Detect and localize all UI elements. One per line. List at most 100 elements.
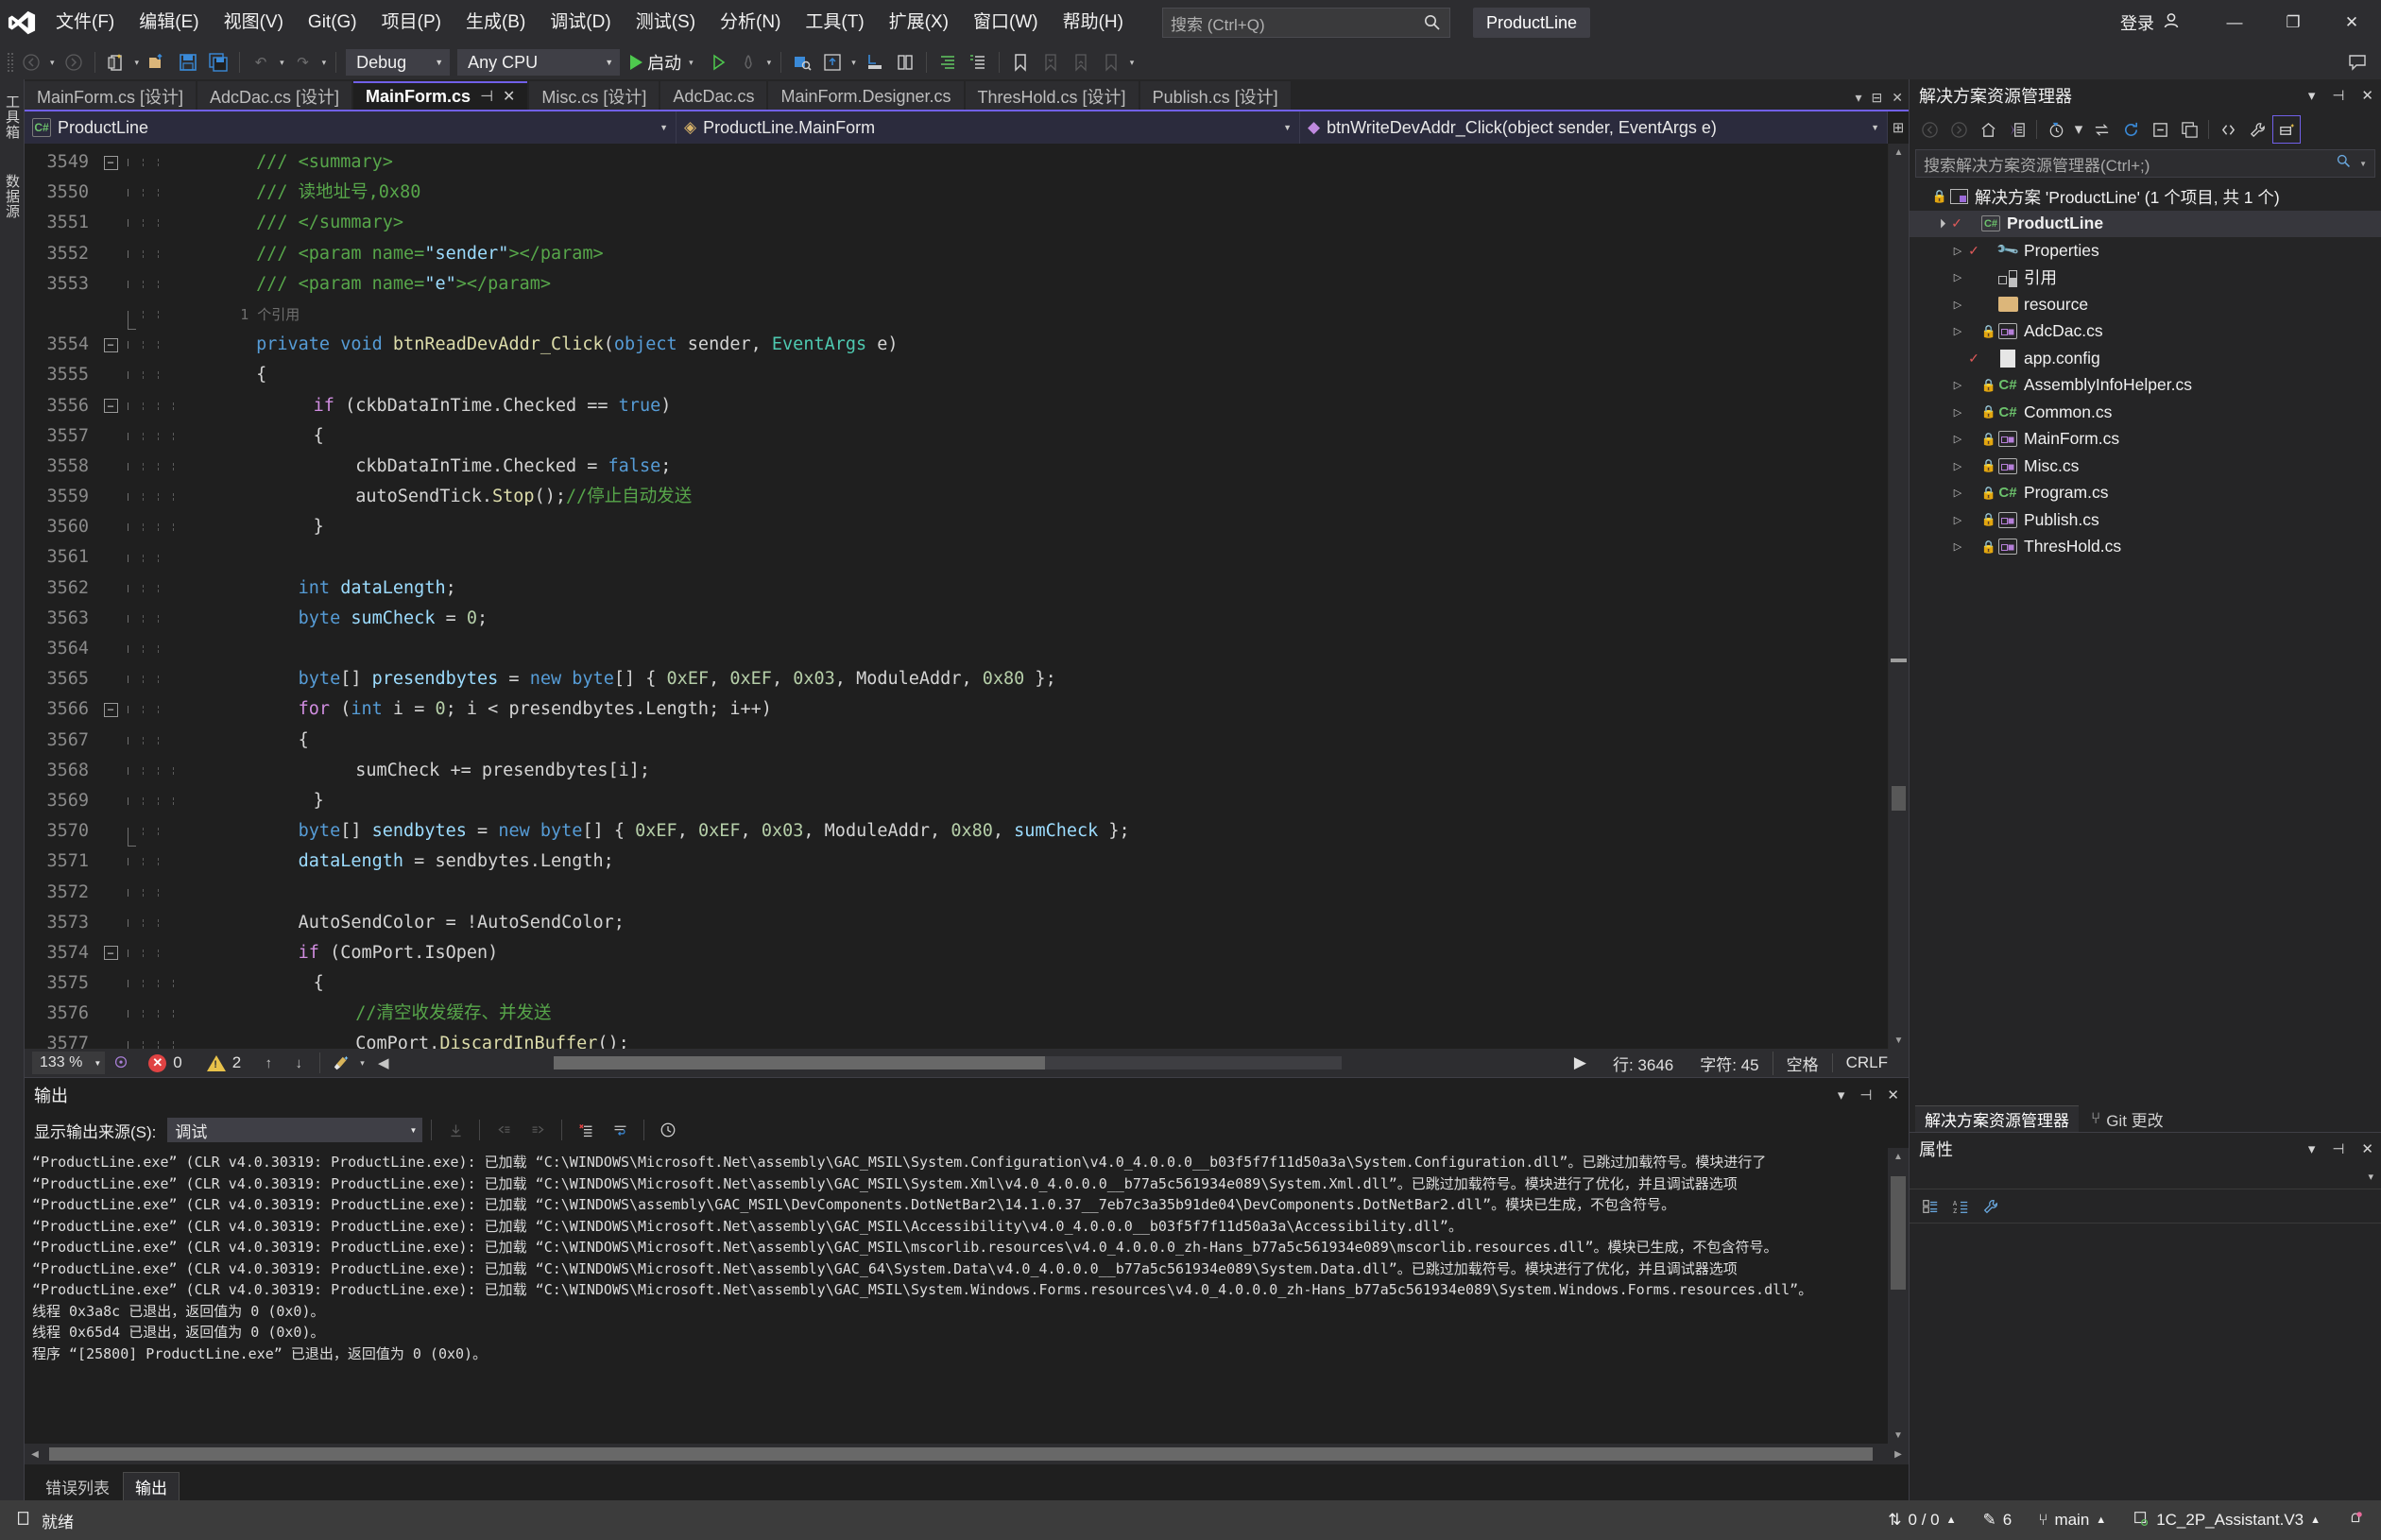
redo-dropdown-icon[interactable]: ▾ bbox=[319, 58, 330, 68]
sign-in-button[interactable]: 登录 bbox=[2120, 10, 2181, 35]
select-element-icon[interactable] bbox=[818, 48, 847, 77]
tab-split-icon[interactable]: ⊟ bbox=[1872, 90, 1883, 106]
code-cleanup-dropdown-icon[interactable]: ▾ bbox=[357, 1058, 368, 1069]
solution-configuration-combo[interactable]: Debug ▼ bbox=[346, 49, 451, 76]
categorized-view-icon[interactable] bbox=[1917, 1194, 1944, 1219]
editor-hscroll-thumb[interactable] bbox=[554, 1056, 1045, 1069]
toolbar-overflow-icon[interactable]: ▾ bbox=[1127, 58, 1138, 68]
tree-expand-icon[interactable]: ▷ bbox=[1949, 487, 1966, 499]
alphabetical-view-icon[interactable]: AZ bbox=[1947, 1194, 1974, 1219]
open-file-icon[interactable] bbox=[144, 48, 172, 77]
props-close-icon[interactable]: ✕ bbox=[2361, 1140, 2373, 1157]
go-to-next-message-icon[interactable] bbox=[522, 1117, 553, 1143]
zoom-level-selector[interactable]: 133 % ▼ bbox=[32, 1052, 106, 1074]
collapse-region-icon[interactable]: − bbox=[103, 702, 118, 717]
se-dropdown-icon[interactable]: ▾ bbox=[2308, 87, 2316, 104]
previous-bookmark-icon[interactable] bbox=[1036, 48, 1065, 77]
pending-changes-filter-icon[interactable] bbox=[2042, 115, 2070, 144]
tree-item-properties[interactable]: ▷ ✓ 🔧 Properties bbox=[1910, 237, 2381, 265]
menu-window[interactable]: 窗口(W) bbox=[961, 4, 1051, 42]
undo-dropdown-icon[interactable]: ▾ bbox=[277, 58, 287, 68]
tree-item-common-cs[interactable]: ▷ 🔒 C# Common.cs bbox=[1910, 399, 2381, 426]
solution-platform-combo[interactable]: Any CPU ▼ bbox=[457, 49, 621, 76]
outlining-glyph[interactable]: − bbox=[100, 946, 121, 961]
unsaved-changes[interactable]: ✎ 6 bbox=[1970, 1500, 2026, 1540]
doc-tab-threshold-design[interactable]: ThresHold.cs [设计] bbox=[965, 81, 1139, 110]
tree-item-program-cs[interactable]: ▷ 🔒 C# Program.cs bbox=[1910, 480, 2381, 507]
pin-tab-icon[interactable]: ⊣ bbox=[480, 87, 493, 106]
hot-reload-dropdown-icon[interactable]: ▾ bbox=[764, 58, 775, 68]
menu-edit[interactable]: 编辑(E) bbox=[127, 4, 211, 42]
tree-expand-icon[interactable]: ▷ bbox=[1949, 245, 1966, 257]
step-over-icon[interactable] bbox=[891, 48, 919, 77]
menu-analyze[interactable]: 分析(N) bbox=[708, 4, 793, 42]
code-editor[interactable]: 3549− /// <summary> 3550 /// 读地址号,0x80 355… bbox=[25, 144, 1888, 1049]
close-button[interactable]: ✕ bbox=[2322, 0, 2381, 45]
tree-expand-icon[interactable]: ▷ bbox=[1949, 299, 1966, 311]
next-bookmark-icon[interactable] bbox=[1067, 48, 1095, 77]
output-close-icon[interactable]: ✕ bbox=[1887, 1087, 1899, 1104]
new-folder-icon[interactable] bbox=[2175, 115, 2203, 144]
toggle-word-wrap-icon[interactable] bbox=[605, 1117, 635, 1143]
next-issue-button[interactable]: ↓ bbox=[284, 1049, 313, 1077]
doc-tab-mainform-design[interactable]: MainForm.cs [设计] bbox=[25, 81, 197, 110]
tree-expand-icon[interactable]: ▷ bbox=[1949, 271, 1966, 283]
se-search-dropdown-icon[interactable]: ▼ bbox=[2359, 160, 2367, 168]
clear-all-icon[interactable] bbox=[571, 1117, 601, 1143]
sync-with-active-document-icon[interactable] bbox=[2003, 115, 2031, 144]
save-icon[interactable] bbox=[174, 48, 202, 77]
props-pin-icon[interactable]: ⊣ bbox=[2332, 1140, 2344, 1157]
navbar-project-combo[interactable]: C# ProductLine ▼ bbox=[25, 111, 677, 144]
hot-reload-icon[interactable] bbox=[734, 48, 762, 77]
tree-collapse-icon[interactable]: ◢ bbox=[1931, 214, 1951, 233]
output-scroll-down-icon[interactable]: ▼ bbox=[1888, 1427, 1909, 1444]
tree-item-publish-cs[interactable]: ▷ 🔒 Publish.cs bbox=[1910, 506, 2381, 534]
indent-lines-icon[interactable] bbox=[934, 48, 962, 77]
output-source-combo[interactable]: 调试 ▼ bbox=[167, 1118, 423, 1142]
tree-expand-icon[interactable]: ▷ bbox=[1949, 406, 1966, 419]
navbar-type-combo[interactable]: ◈ ProductLine.MainForm ▼ bbox=[677, 111, 1300, 144]
select-element-dropdown-icon[interactable]: ▾ bbox=[848, 58, 859, 68]
tree-expand-icon[interactable]: ▷ bbox=[1949, 514, 1966, 526]
outlining-glyph[interactable]: − bbox=[100, 702, 121, 717]
navigate-backward-dropdown-icon[interactable]: ▾ bbox=[47, 58, 58, 68]
navigate-backward-button[interactable] bbox=[17, 48, 45, 77]
toggle-timestamps-icon[interactable] bbox=[653, 1117, 683, 1143]
outlining-glyph[interactable]: − bbox=[100, 337, 121, 352]
tab-git-changes[interactable]: ⑂ Git 更改 bbox=[2081, 1105, 2173, 1132]
error-count-badge[interactable]: ✕ 0 bbox=[137, 1053, 193, 1072]
home-icon[interactable] bbox=[1974, 115, 2002, 144]
menu-view[interactable]: 视图(V) bbox=[212, 4, 296, 42]
forward-icon[interactable] bbox=[1944, 115, 1973, 144]
undo-icon[interactable]: ↶ bbox=[247, 48, 275, 77]
editor-horizontal-scrollbar[interactable] bbox=[554, 1056, 1342, 1069]
tab-solution-explorer[interactable]: 解决方案资源管理器 bbox=[1915, 1105, 2079, 1132]
line-ending-mode[interactable]: CRLF bbox=[1831, 1053, 1901, 1072]
hscroll-right-icon[interactable]: ▶ bbox=[1561, 1053, 1600, 1072]
doc-tab-misc-design[interactable]: Misc.cs [设计] bbox=[529, 81, 659, 110]
output-scroll-up-icon[interactable]: ▲ bbox=[1888, 1148, 1909, 1165]
props-dropdown-icon[interactable]: ▾ bbox=[2308, 1140, 2316, 1157]
tab-error-list[interactable]: 错误列表 bbox=[34, 1472, 121, 1500]
tree-item-productline[interactable]: ◢ ✓ C# ProductLine bbox=[1910, 210, 2381, 237]
tree-item-misc-cs[interactable]: ▷ 🔒 Misc.cs bbox=[1910, 453, 2381, 480]
output-pin-icon[interactable]: ⊣ bbox=[1859, 1087, 1872, 1104]
tree-item-app-config[interactable]: ✓ app.config bbox=[1910, 345, 2381, 372]
outlining-glyph[interactable]: − bbox=[100, 399, 121, 414]
quick-search-box[interactable]: 搜索 (Ctrl+Q) bbox=[1161, 8, 1450, 38]
output-text-area[interactable]: “ProductLine.exe” (CLR v4.0.30319: Produ… bbox=[25, 1148, 1909, 1444]
start-without-debugging-icon[interactable] bbox=[704, 48, 732, 77]
doc-tab-adcdac-cs[interactable]: AdcDac.cs bbox=[660, 81, 767, 110]
collapse-all-icon[interactable] bbox=[2146, 115, 2174, 144]
tree-item-assemblyinfohelper-cs[interactable]: ▷ 🔒 C# AssemblyInfoHelper.cs bbox=[1910, 372, 2381, 400]
solution-name-chip[interactable]: ProductLine bbox=[1472, 8, 1591, 38]
navbar-split-icon[interactable]: ⊞ bbox=[1888, 111, 1909, 144]
save-all-icon[interactable] bbox=[204, 48, 232, 77]
output-scroll-thumb[interactable] bbox=[1891, 1176, 1906, 1290]
tree-expand-icon[interactable]: ▷ bbox=[1949, 460, 1966, 472]
menu-tools[interactable]: 工具(T) bbox=[793, 4, 876, 42]
git-branch-selector[interactable]: ⑂ main ▲ bbox=[2025, 1500, 2119, 1540]
clear-bookmarks-icon[interactable] bbox=[1097, 48, 1125, 77]
live-visual-tree-icon[interactable] bbox=[788, 48, 816, 77]
menu-file[interactable]: 文件(F) bbox=[43, 4, 127, 42]
